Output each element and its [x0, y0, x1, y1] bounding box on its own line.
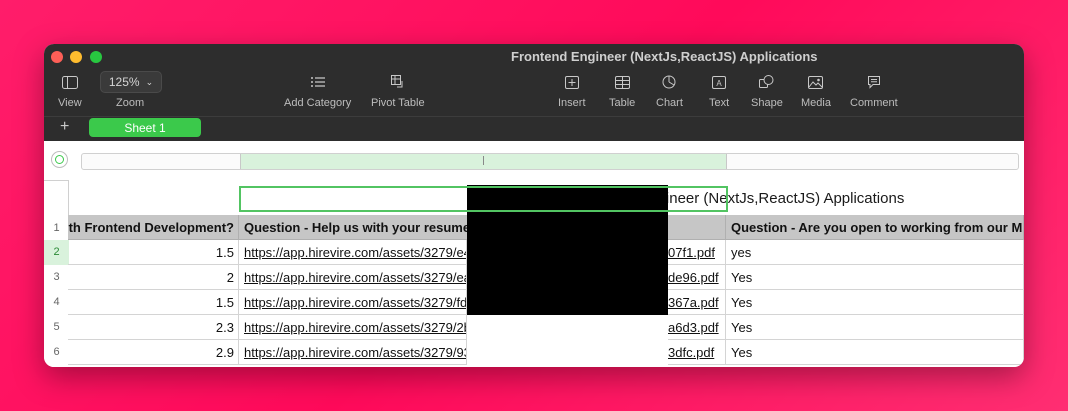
select-all-button[interactable] — [51, 151, 68, 168]
row-number[interactable]: 2 — [44, 240, 69, 265]
photo-icon — [801, 72, 831, 92]
row-number[interactable]: 5 — [44, 315, 69, 340]
table-cell[interactable]: Yes — [726, 290, 1024, 315]
pie-chart-icon — [656, 72, 683, 92]
fullscreen-window-button[interactable] — [90, 51, 102, 63]
pivot-table-button[interactable]: Pivot Table — [371, 72, 425, 109]
pivot-table-label: Pivot Table — [371, 97, 425, 109]
tab-sheet-1[interactable]: Sheet 1 — [89, 118, 201, 137]
close-window-button[interactable] — [51, 51, 63, 63]
table-cell[interactable]: 1.5 — [68, 290, 239, 315]
zoom-select[interactable]: 125% ⌄ — [100, 71, 162, 93]
chevron-down-icon: ⌄ — [145, 76, 154, 87]
resume-link-cell-end[interactable]: 07f1.pdf — [668, 240, 726, 265]
chart-button[interactable]: Chart — [656, 72, 683, 109]
pivot-table-icon — [371, 72, 425, 92]
shape-icon — [751, 72, 783, 92]
shape-button[interactable]: Shape — [751, 72, 783, 109]
minimize-window-button[interactable] — [70, 51, 82, 63]
add-category-label: Add Category — [284, 97, 352, 109]
resume-link-cell-end[interactable]: a6d3.pdf — [668, 315, 726, 340]
add-sheet-button[interactable]: + — [60, 118, 69, 136]
table-cell[interactable]: 2.9 — [68, 340, 239, 365]
table-cell[interactable]: Yes — [726, 315, 1024, 340]
media-label: Media — [801, 97, 831, 109]
table-cell[interactable]: 2 — [68, 265, 239, 290]
insert-button[interactable]: Insert — [558, 72, 586, 109]
title-bar: Frontend Engineer (NextJs,ReactJS) Appli… — [44, 44, 1024, 116]
table-label: Table — [609, 97, 636, 109]
header-cell-experience[interactable]: vith Frontend Development? — [68, 215, 239, 240]
row-number[interactable]: 6 — [44, 340, 69, 365]
resume-link-cell[interactable]: https://app.hirevire.com/assets/3279/e4 — [239, 240, 467, 265]
comment-label: Comment — [850, 97, 898, 109]
resume-link-cell[interactable]: https://app.hirevire.com/assets/3279/ea — [239, 265, 467, 290]
svg-text:A: A — [716, 79, 722, 88]
sidebar-icon — [58, 72, 82, 92]
resume-link-cell-end[interactable]: de96.pdf — [668, 265, 726, 290]
insert-icon — [558, 72, 586, 92]
shape-label: Shape — [751, 97, 783, 109]
view-label: View — [58, 97, 82, 109]
row-number[interactable]: 4 — [44, 290, 69, 315]
resume-link-cell-end[interactable]: 3dfc.pdf — [668, 340, 726, 365]
media-button[interactable]: Media — [801, 72, 831, 109]
resume-link-cell[interactable]: https://app.hirevire.com/assets/3279/fd — [239, 290, 467, 315]
resume-link-cell[interactable]: https://app.hirevire.com/assets/3279/93 — [239, 340, 467, 365]
table-button[interactable]: Table — [609, 72, 635, 109]
sheet-tab-bar: + Sheet 1 — [44, 116, 1024, 141]
list-icon — [284, 72, 351, 92]
text-label: Text — [709, 97, 730, 109]
row-gutter-top — [44, 180, 69, 215]
row-number[interactable]: 1 — [44, 222, 69, 234]
row-number[interactable]: 3 — [44, 265, 69, 290]
table-icon — [609, 72, 635, 92]
column-resize-handle[interactable] — [483, 156, 484, 165]
column-header-bar[interactable] — [81, 153, 1019, 170]
header-cell-open-to-office[interactable]: Question - Are you open to working from … — [726, 215, 1024, 240]
chart-label: Chart — [656, 97, 683, 109]
insert-label: Insert — [558, 97, 586, 109]
numbers-window: Frontend Engineer (NextJs,ReactJS) Appli… — [44, 44, 1024, 367]
table-cell[interactable]: 1.5 — [68, 240, 239, 265]
text-box-icon: A — [709, 72, 729, 92]
redaction-block — [467, 185, 668, 315]
window-title: Frontend Engineer (NextJs,ReactJS) Appli… — [511, 49, 818, 64]
comment-button[interactable]: Comment — [850, 72, 898, 109]
view-button[interactable]: View — [58, 72, 82, 109]
text-button[interactable]: A Text — [709, 72, 729, 109]
comment-icon — [850, 72, 898, 92]
zoom-value: 125% — [108, 75, 140, 89]
table-cell[interactable]: yes — [726, 240, 1024, 265]
resume-link-cell-end[interactable]: 367a.pdf — [668, 290, 726, 315]
zoom-label: Zoom — [116, 97, 145, 109]
add-category-button[interactable]: Add Category — [284, 72, 351, 109]
table-cell[interactable]: Yes — [726, 265, 1024, 290]
table-cell[interactable]: 2.3 — [68, 315, 239, 340]
resume-link-cell[interactable]: https://app.hirevire.com/assets/3279/2b — [239, 315, 467, 340]
table-cell[interactable]: Yes — [726, 340, 1024, 365]
